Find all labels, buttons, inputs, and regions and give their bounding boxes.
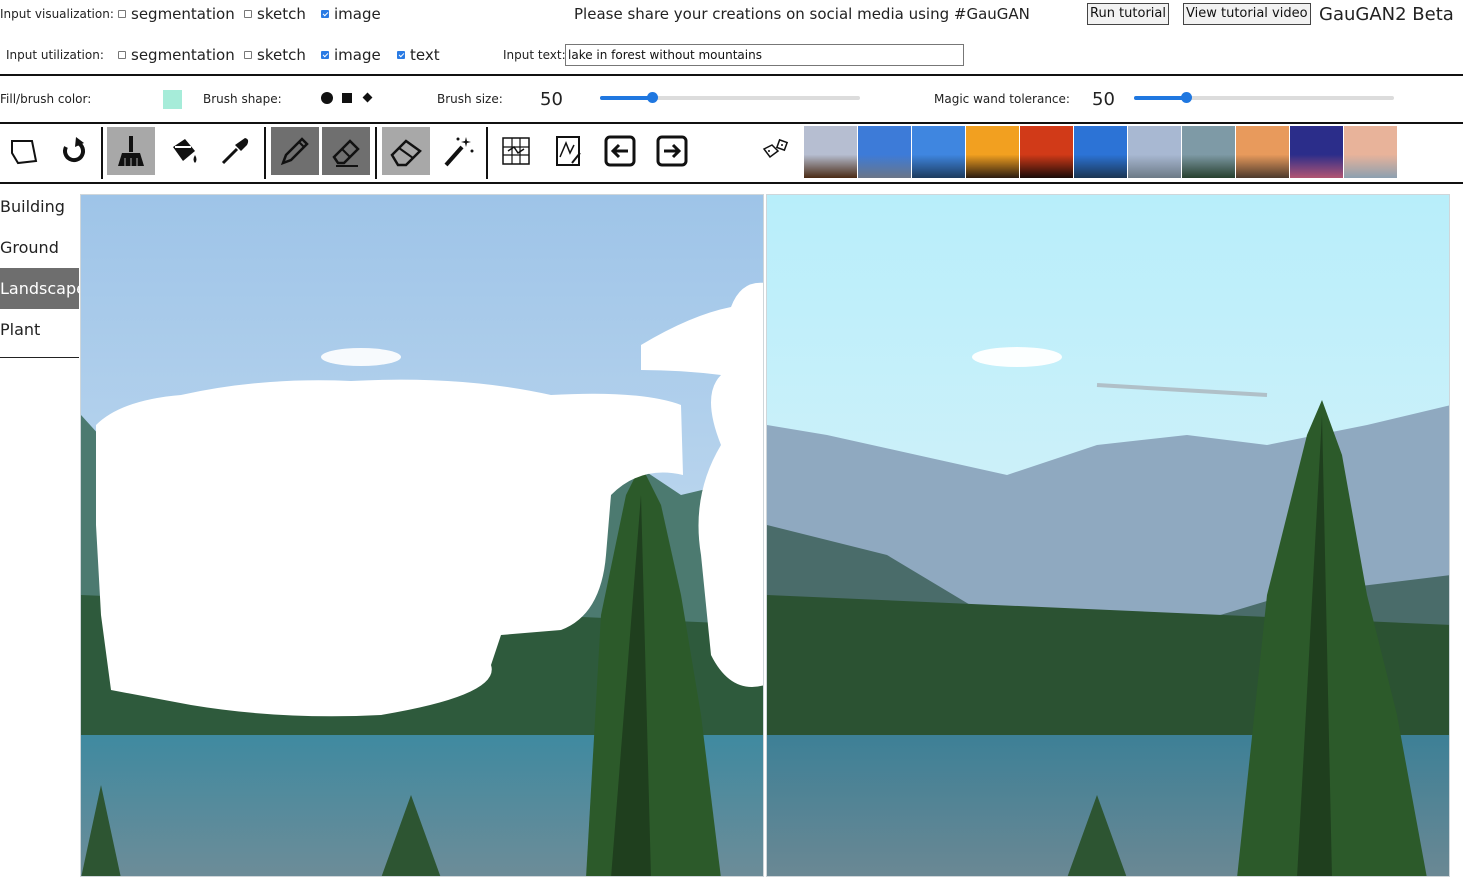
input-canvas[interactable] [80, 194, 764, 877]
sample-image-thumbnail[interactable] [1236, 126, 1289, 178]
magic-wand-icon[interactable] [434, 127, 482, 175]
sample-image-thumbnail[interactable] [804, 126, 857, 178]
sample-image-thumbnail[interactable] [858, 126, 911, 178]
sample-image-thumbnail[interactable] [1344, 126, 1397, 178]
run-tutorial-button[interactable]: Run tutorial [1087, 3, 1169, 25]
sample-image-thumbnail[interactable] [966, 126, 1019, 178]
viz-segmentation-checkbox[interactable]: segmentation [118, 5, 235, 23]
checkbox-box[interactable] [118, 10, 126, 18]
brush-shape-diamond[interactable] [362, 92, 373, 103]
redo-icon[interactable] [50, 127, 98, 175]
arrow-right-icon[interactable] [648, 127, 696, 175]
sample-images-strip [804, 126, 1398, 178]
pencil-icon[interactable] [271, 127, 319, 175]
toolbar-separator [264, 127, 266, 179]
sample-image-thumbnail[interactable] [1074, 126, 1127, 178]
fill-brush-color-label: Fill/brush color: [0, 92, 92, 106]
sidebar-item-plant[interactable]: Plant [0, 309, 79, 350]
grid-icon[interactable] [492, 127, 540, 175]
magic-wand-tolerance-label: Magic wand tolerance: [934, 92, 1070, 106]
fill-color-swatch[interactable] [163, 90, 182, 109]
viz-sketch-checkbox[interactable]: sketch [244, 5, 306, 23]
slider-fill [600, 96, 652, 100]
sample-image-thumbnail[interactable] [912, 126, 965, 178]
slider-thumb[interactable] [647, 92, 658, 103]
view-tutorial-video-button[interactable]: View tutorial video [1183, 3, 1311, 25]
checkbox-box[interactable] [397, 51, 405, 59]
brush-size-value: 50 [540, 89, 563, 110]
eraser-icon[interactable] [382, 127, 430, 175]
brush-shape-label: Brush shape: [203, 92, 282, 106]
fill-bucket-icon[interactable] [159, 127, 207, 175]
brush-size-label: Brush size: [437, 92, 503, 106]
tolerance-slider[interactable] [1134, 92, 1394, 103]
new-layer-icon[interactable] [0, 127, 48, 175]
checkbox-box[interactable] [321, 10, 329, 18]
arrow-left-icon[interactable] [596, 127, 644, 175]
divider [0, 74, 1463, 76]
slider-thumb[interactable] [1181, 92, 1192, 103]
sidebar-item-building[interactable]: Building [0, 186, 79, 227]
brush-shape-square[interactable] [342, 93, 352, 103]
sample-image-thumbnail[interactable] [1128, 126, 1181, 178]
sidebar-item-ground[interactable]: Ground [0, 227, 79, 268]
output-image [767, 195, 1449, 876]
label-category-list: Building Ground Landscape Plant [0, 186, 86, 358]
sidebar-item-landscape[interactable]: Landscape [0, 268, 86, 309]
brush-size-slider[interactable] [600, 92, 860, 103]
util-segmentation-checkbox[interactable]: segmentation [118, 46, 235, 64]
checkbox-box[interactable] [244, 51, 252, 59]
brush-shape-circle[interactable] [321, 92, 333, 104]
output-canvas [766, 194, 1450, 877]
tolerance-value: 50 [1092, 89, 1115, 110]
sketch-pad-icon[interactable] [544, 127, 592, 175]
dice-icon[interactable] [750, 127, 798, 175]
divider [0, 182, 1463, 184]
input-utilization-label: Input utilization: [6, 48, 104, 62]
slider-fill [1134, 96, 1186, 100]
input-text-label: Input text: [503, 48, 566, 62]
toolbar-separator [101, 127, 103, 179]
toolbar-separator [375, 127, 377, 179]
app-title: GauGAN2 Beta [1319, 4, 1454, 25]
toolbar-separator [486, 127, 488, 179]
input-image [81, 195, 763, 876]
eyedropper-icon[interactable] [211, 127, 259, 175]
util-image-checkbox[interactable]: image [321, 46, 381, 64]
input-text-field[interactable] [565, 44, 964, 66]
sample-image-thumbnail[interactable] [1182, 126, 1235, 178]
checkbox-box[interactable] [321, 51, 329, 59]
util-sketch-checkbox[interactable]: sketch [244, 46, 306, 64]
brush-icon[interactable] [107, 127, 155, 175]
pencil-eraser-icon[interactable] [322, 127, 370, 175]
input-visualization-label: Input visualization: [0, 7, 114, 21]
checkbox-box[interactable] [118, 51, 126, 59]
sample-image-thumbnail[interactable] [1020, 126, 1073, 178]
divider [0, 122, 1463, 124]
checkbox-box[interactable] [244, 10, 252, 18]
viz-image-checkbox[interactable]: image [321, 5, 381, 23]
sample-image-thumbnail[interactable] [1290, 126, 1343, 178]
share-message: Please share your creations on social me… [574, 5, 1030, 23]
util-text-checkbox[interactable]: text [397, 46, 440, 64]
